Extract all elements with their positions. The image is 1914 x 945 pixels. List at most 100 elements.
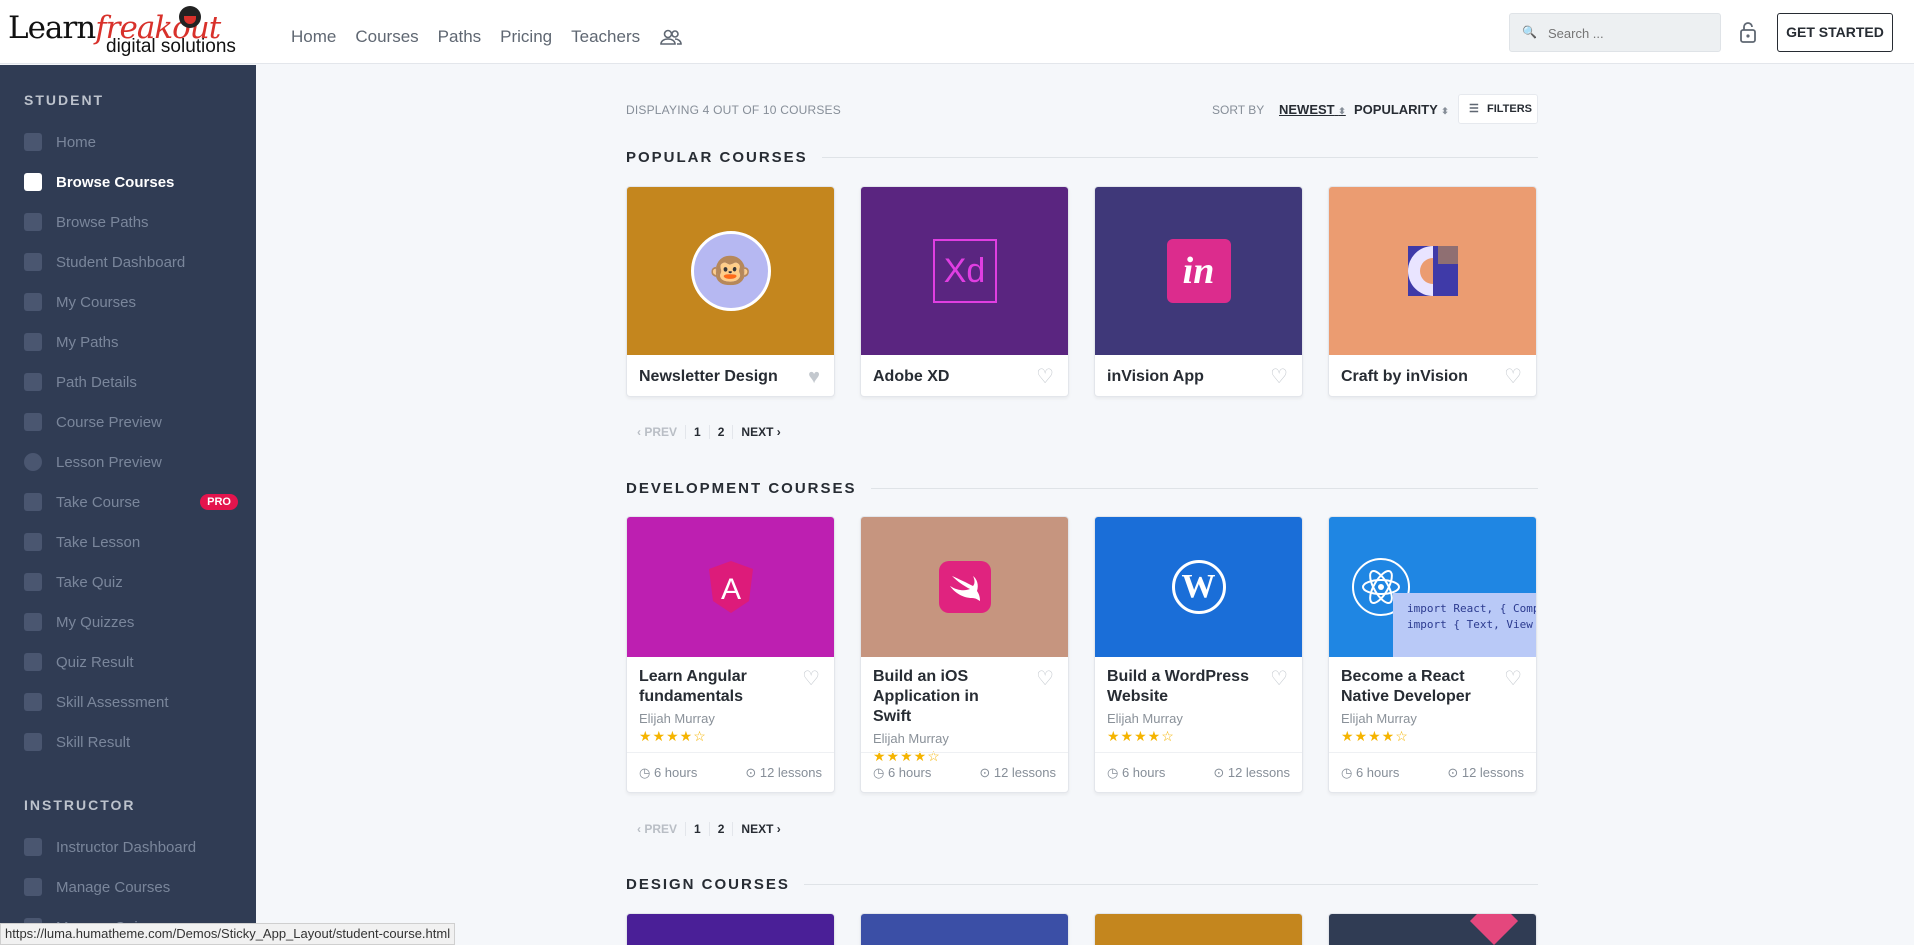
sidebar-item-my-paths[interactable]: My Paths — [24, 330, 234, 354]
poll-icon — [24, 613, 42, 631]
get-started-button[interactable]: GET STARTED — [1777, 13, 1893, 52]
pager-next[interactable]: NEXT › — [732, 425, 781, 439]
filters-button[interactable]: FILTERS — [1458, 94, 1538, 124]
course-card[interactable]: in inVision App ♡ — [1094, 186, 1303, 397]
heart-outline-icon[interactable]: ♡ — [1036, 669, 1054, 689]
course-lessons: ⊙ 12 lessons — [745, 765, 822, 780]
book-icon — [24, 173, 42, 191]
course-image: W — [1095, 517, 1302, 657]
course-author: Elijah Murray — [1341, 711, 1417, 726]
library-icon — [24, 213, 42, 231]
sidebar-item-my-courses[interactable]: My Courses — [24, 290, 234, 314]
school-icon — [24, 838, 42, 856]
nav-courses[interactable]: Courses — [355, 25, 418, 49]
course-title: inVision App — [1107, 368, 1204, 385]
course-title: Become a React Native Developer — [1341, 668, 1471, 705]
sidebar-item-quiz-result[interactable]: Quiz Result — [24, 650, 234, 674]
search-input[interactable] — [1548, 22, 1708, 44]
course-image — [1095, 914, 1302, 945]
sidebar-item-skill-assessment[interactable]: Skill Assessment — [24, 690, 234, 714]
course-card[interactable] — [1094, 913, 1303, 945]
sidebar-item-take-course[interactable]: Take Course PRO — [24, 490, 238, 514]
heart-outline-icon[interactable]: ♡ — [1504, 367, 1522, 387]
pager-prev[interactable]: ‹ PREV — [637, 425, 677, 439]
diamond-shape — [1469, 914, 1519, 945]
course-title: Build an iOS Application in Swift — [873, 668, 979, 725]
heart-outline-icon[interactable]: ♡ — [802, 669, 820, 689]
course-title: Craft by inVision — [1341, 368, 1468, 385]
course-author: Elijah Murray — [1107, 711, 1183, 726]
course-title: Learn Angular fundamentals — [639, 668, 747, 705]
nav-pricing[interactable]: Pricing — [500, 25, 552, 49]
class-icon — [24, 493, 42, 511]
sidebar-item-path-details[interactable]: Path Details — [24, 370, 234, 394]
sidebar-item-manage-courses[interactable]: Manage Courses — [24, 875, 234, 899]
course-duration: ◷ 6 hours — [1107, 765, 1166, 780]
course-author: Elijah Murray — [873, 731, 949, 746]
nav-home[interactable]: Home — [291, 25, 336, 49]
course-meta: ◷ 6 hours ⊙ 12 lessons — [1329, 752, 1536, 792]
trending-icon — [24, 333, 42, 351]
pager-page-2[interactable]: 2 — [708, 822, 733, 836]
search-icon: 🔍 — [1522, 25, 1537, 39]
section-title-popular: POPULAR COURSES — [626, 149, 1538, 166]
people-icon[interactable] — [659, 25, 683, 49]
course-meta: ◷ 6 hours ⊙ 12 lessons — [861, 752, 1068, 792]
flask-icon — [179, 6, 201, 28]
nav-teachers[interactable]: Teachers — [571, 25, 640, 49]
course-rating: ★★★★☆ — [1341, 728, 1409, 744]
course-card[interactable]: Build an iOS Application in Swift Elijah… — [860, 516, 1069, 793]
course-title: Build a WordPress Website — [1107, 668, 1249, 705]
sidebar-item-home[interactable]: Home — [24, 130, 234, 154]
sidebar-item-my-quizzes[interactable]: My Quizzes — [24, 610, 234, 634]
course-lessons: ⊙ 12 lessons — [1213, 765, 1290, 780]
lock-icon[interactable] — [1738, 20, 1758, 44]
sort-popularity[interactable]: POPULARITY ⬍ — [1354, 102, 1449, 117]
pager-page-1[interactable]: 1 — [685, 822, 709, 836]
sort-newest[interactable]: NEWEST ⬍ — [1279, 102, 1346, 117]
heart-outline-icon[interactable]: ♡ — [1270, 669, 1288, 689]
pager-next[interactable]: NEXT › — [732, 822, 781, 836]
course-image: Xd — [861, 187, 1068, 355]
sidebar-item-take-quiz[interactable]: Take Quiz — [24, 570, 234, 594]
sidebar-item-student-dashboard[interactable]: Student Dashboard — [24, 250, 234, 274]
home-icon — [24, 133, 42, 151]
course-image: 🐵 — [627, 187, 834, 355]
course-card[interactable] — [1328, 913, 1537, 945]
course-card[interactable]: Craft by inVision ♡ — [1328, 186, 1537, 397]
heart-outline-icon[interactable]: ♡ — [1270, 367, 1288, 387]
heart-filled-icon[interactable]: ♥ — [808, 367, 820, 387]
course-image — [627, 914, 834, 945]
section-title-design: DESIGN COURSES — [626, 876, 1538, 893]
course-card[interactable]: A Learn Angular fundamentals Elijah Murr… — [626, 516, 835, 793]
course-card[interactable] — [626, 913, 835, 945]
brand-logo[interactable]: Learnfreakout digital solutions — [8, 4, 240, 60]
sidebar-heading-student: STUDENT — [24, 92, 105, 108]
pager-prev[interactable]: ‹ PREV — [637, 822, 677, 836]
sidebar-item-instructor-dashboard[interactable]: Instructor Dashboard — [24, 835, 234, 859]
course-card[interactable]: import React, { Comp import { Text, View… — [1328, 516, 1537, 793]
pager-page-1[interactable]: 1 — [685, 425, 709, 439]
heart-outline-icon[interactable]: ♡ — [1036, 367, 1054, 387]
adobe-xd-icon: Xd — [932, 239, 997, 303]
top-navbar: Learnfreakout digital solutions Home Cou… — [0, 0, 1914, 64]
course-duration: ◷ 6 hours — [1341, 765, 1400, 780]
course-image: A — [627, 517, 834, 657]
course-card[interactable]: 🐵 Newsletter Design ♥ — [626, 186, 835, 397]
course-card[interactable] — [860, 913, 1069, 945]
craft-icon — [1407, 246, 1458, 296]
angular-icon: A — [708, 561, 753, 613]
course-duration: ◷ 6 hours — [873, 765, 932, 780]
sidebar-item-browse-paths[interactable]: Browse Paths — [24, 210, 234, 234]
sidebar-item-course-preview[interactable]: Course Preview — [24, 410, 234, 434]
sidebar-item-browse-courses[interactable]: Browse Courses — [24, 170, 234, 194]
course-card[interactable]: W Build a WordPress Website Elijah Murra… — [1094, 516, 1303, 793]
sidebar-item-skill-result[interactable]: Skill Result — [24, 730, 234, 754]
pager-page-2[interactable]: 2 — [708, 425, 733, 439]
nav-paths[interactable]: Paths — [438, 25, 481, 49]
course-card[interactable]: Xd Adobe XD ♡ — [860, 186, 1069, 397]
sidebar-item-lesson-preview[interactable]: Lesson Preview — [24, 450, 234, 474]
sidebar-item-take-lesson[interactable]: Take Lesson — [24, 530, 234, 554]
svg-text:A: A — [720, 573, 740, 606]
heart-outline-icon[interactable]: ♡ — [1504, 669, 1522, 689]
